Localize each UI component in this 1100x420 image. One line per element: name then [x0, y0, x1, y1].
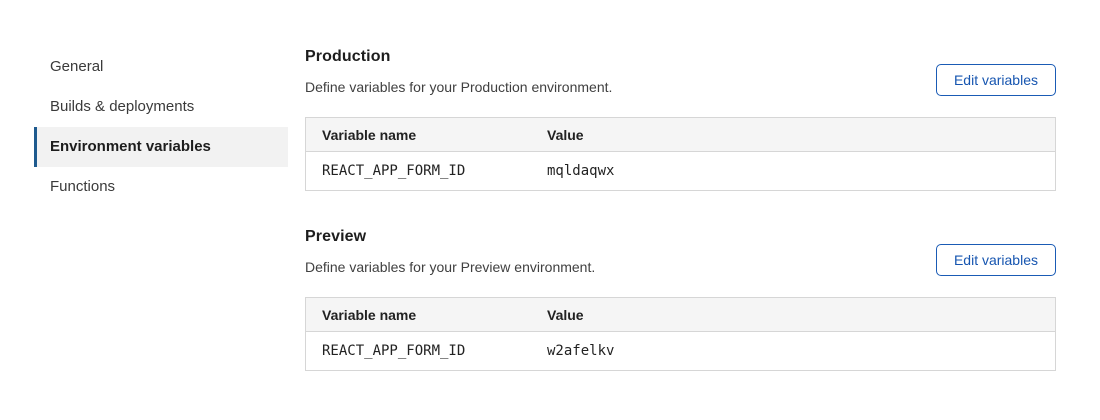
variable-value-cell: w2afelkv: [547, 343, 1055, 359]
column-header-variable-name: Variable name: [306, 127, 547, 143]
environment-variables-panel: Production Define variables for your Pro…: [305, 48, 1056, 371]
sidebar-item-label: Functions: [50, 178, 115, 195]
sidebar-item-label: Builds & deployments: [50, 98, 194, 115]
edit-variables-button-production[interactable]: Edit variables: [936, 64, 1056, 96]
sidebar-item-label: General: [50, 58, 103, 75]
column-header-value: Value: [547, 127, 1055, 143]
column-header-variable-name: Variable name: [306, 307, 547, 323]
production-variables-table: Variable name Value REACT_APP_FORM_ID mq…: [305, 117, 1056, 191]
production-section: Production Define variables for your Pro…: [305, 48, 1056, 191]
table-row: REACT_APP_FORM_ID mqldaqwx: [306, 152, 1055, 190]
settings-sidebar: General Builds & deployments Environment…: [34, 47, 288, 207]
table-row: REACT_APP_FORM_ID w2afelkv: [306, 332, 1055, 370]
sidebar-item-builds-deployments[interactable]: Builds & deployments: [34, 87, 288, 127]
sidebar-item-general[interactable]: General: [34, 47, 288, 87]
table-header-row: Variable name Value: [306, 118, 1055, 152]
sidebar-item-environment-variables[interactable]: Environment variables: [34, 127, 288, 167]
variable-name-cell: REACT_APP_FORM_ID: [306, 343, 547, 359]
variable-name-cell: REACT_APP_FORM_ID: [306, 163, 547, 179]
column-header-value: Value: [547, 307, 1055, 323]
sidebar-item-label: Environment variables: [50, 138, 211, 155]
preview-section: Preview Define variables for your Previe…: [305, 228, 1056, 371]
sidebar-item-functions[interactable]: Functions: [34, 167, 288, 207]
preview-variables-table: Variable name Value REACT_APP_FORM_ID w2…: [305, 297, 1056, 371]
variable-value-cell: mqldaqwx: [547, 163, 1055, 179]
table-header-row: Variable name Value: [306, 298, 1055, 332]
edit-variables-button-preview[interactable]: Edit variables: [936, 244, 1056, 276]
